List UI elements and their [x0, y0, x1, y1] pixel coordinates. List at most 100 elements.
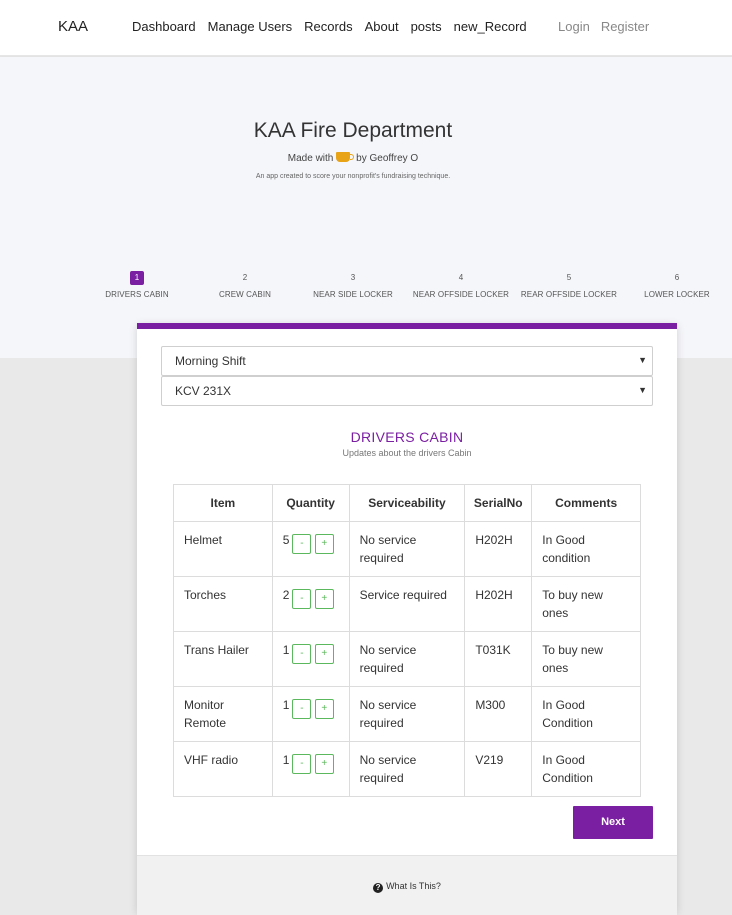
table-row: Torches 2- + Service required H202H To b… — [173, 576, 641, 632]
step-label: CREW CABIN — [218, 290, 272, 299]
section-subtitle: Updates about the drivers Cabin — [342, 448, 472, 458]
serial-cell: V219 — [464, 741, 533, 797]
step-crew-cabin[interactable]: 2 CREW CABIN — [185, 267, 305, 299]
step-number: 5 — [566, 273, 572, 282]
increment-button[interactable]: + — [314, 699, 334, 719]
serviceability-cell: No service required — [348, 631, 466, 687]
column-header: Quantity — [271, 484, 350, 522]
table-header-row: Item Quantity Serviceability SerialNo Co… — [173, 484, 641, 522]
step-label: NEAR OFFSIDE LOCKER — [412, 290, 510, 299]
help-label: What Is This? — [386, 881, 441, 891]
nav-login[interactable]: Login — [558, 19, 590, 34]
item-cell: Helmet — [173, 521, 273, 577]
step-drivers-cabin[interactable]: 1 DRIVERS CABIN — [77, 267, 197, 299]
coffee-icon — [336, 152, 355, 162]
chevron-down-icon: ▼ — [638, 385, 647, 395]
table-row: Trans Hailer 1- + No service required T0… — [173, 631, 641, 687]
shift-select[interactable]: Morning Shift ▼ — [161, 346, 653, 376]
comments-cell: To buy new ones — [531, 576, 641, 632]
serviceability-cell: Service required — [348, 576, 466, 632]
table-row: VHF radio 1- + No service required V219 … — [173, 741, 641, 797]
increment-button[interactable]: + — [314, 754, 334, 774]
increment-button[interactable]: + — [314, 534, 334, 554]
decrement-button[interactable]: - — [292, 644, 312, 664]
author-label: by Geoffrey O — [356, 153, 419, 164]
hero-section: KAA Fire Department Made with by Geoffre… — [0, 57, 732, 358]
increment-button[interactable]: + — [314, 644, 334, 664]
auth-links: Login Register — [558, 19, 660, 34]
step-rear-offside-locker[interactable]: 5 REAR OFFSIDE LOCKER — [509, 267, 629, 299]
quantity-value: 2 — [282, 588, 290, 602]
serviceability-cell: No service required — [348, 686, 466, 742]
nav-about[interactable]: About — [365, 19, 399, 34]
comments-cell: In Good Condition — [531, 741, 641, 797]
step-near-side-locker[interactable]: 3 NEAR SIDE LOCKER — [293, 267, 413, 299]
step-number: 4 — [458, 273, 464, 282]
equipment-table: Item Quantity Serviceability SerialNo Co… — [173, 484, 641, 797]
nav-links: Dashboard Manage Users Records About pos… — [132, 19, 539, 34]
top-navbar: KAA Dashboard Manage Users Records About… — [0, 0, 732, 56]
question-icon: ? — [373, 883, 384, 893]
quantity-value: 1 — [282, 643, 290, 657]
column-header: Item — [173, 484, 273, 522]
quantity-value: 1 — [282, 753, 290, 767]
made-with-label: Made with — [287, 153, 334, 164]
decrement-button[interactable]: - — [292, 589, 312, 609]
nav-posts[interactable]: posts — [411, 19, 442, 34]
serviceability-cell: No service required — [348, 741, 466, 797]
made-with-line: Made with by Geoffrey O — [0, 152, 706, 164]
item-cell: Trans Hailer — [173, 631, 273, 687]
quantity-cell: 5- + — [271, 521, 350, 577]
step-near-offside-locker[interactable]: 4 NEAR OFFSIDE LOCKER — [401, 267, 521, 299]
serial-cell: T031K — [464, 631, 533, 687]
nav-dashboard[interactable]: Dashboard — [132, 19, 196, 34]
item-cell: Torches — [173, 576, 273, 632]
serial-cell: H202H — [464, 576, 533, 632]
step-lower-locker[interactable]: 6 LOWER LOCKER — [617, 267, 732, 299]
step-label: REAR OFFSIDE LOCKER — [520, 290, 618, 299]
decrement-button[interactable]: - — [292, 699, 312, 719]
section-title: DRIVERS CABIN — [350, 429, 464, 445]
nav-register[interactable]: Register — [601, 19, 649, 34]
quantity-value: 5 — [282, 533, 290, 547]
vehicle-select[interactable]: KCV 231X ▼ — [161, 376, 653, 406]
step-number: 6 — [674, 273, 680, 282]
nav-records[interactable]: Records — [304, 19, 352, 34]
increment-button[interactable]: + — [314, 589, 334, 609]
column-header: SerialNo — [464, 484, 533, 522]
step-label: NEAR SIDE LOCKER — [313, 290, 393, 299]
column-header: Serviceability — [348, 484, 466, 522]
comments-cell: In Good Condition — [531, 686, 641, 742]
chevron-down-icon: ▼ — [638, 355, 647, 365]
quantity-cell: 1- + — [271, 631, 350, 687]
comments-cell: To buy new ones — [531, 631, 641, 687]
brand-logo[interactable]: KAA — [58, 18, 88, 35]
decrement-button[interactable]: - — [292, 534, 312, 554]
serial-cell: M300 — [464, 686, 533, 742]
card-footer: ? What Is This? — [137, 855, 677, 915]
table-row: Helmet 5- + No service required H202H In… — [173, 521, 641, 577]
decrement-button[interactable]: - — [292, 754, 312, 774]
quantity-cell: 1- + — [271, 686, 350, 742]
item-cell: VHF radio — [173, 741, 273, 797]
nav-new-record[interactable]: new_Record — [454, 19, 527, 34]
quantity-value: 1 — [282, 698, 290, 712]
form-card: Morning Shift ▼ KCV 231X ▼ DRIVERS CABIN… — [137, 323, 677, 915]
nav-manage-users[interactable]: Manage Users — [208, 19, 293, 34]
vehicle-select-value: KCV 231X — [175, 384, 232, 398]
quantity-cell: 1- + — [271, 741, 350, 797]
step-label: LOWER LOCKER — [644, 290, 710, 299]
serial-cell: H202H — [464, 521, 533, 577]
comments-cell: In Good condition — [531, 521, 641, 577]
column-header: Comments — [531, 484, 641, 522]
step-label: DRIVERS CABIN — [105, 290, 169, 299]
step-number: 1 — [130, 271, 144, 285]
table-row: Monitor Remote 1- + No service required … — [173, 686, 641, 742]
next-button[interactable]: Next — [573, 806, 653, 839]
tagline: An app created to score your nonprofit's… — [255, 173, 451, 180]
help-link[interactable]: ? What Is This? — [137, 881, 677, 893]
quantity-cell: 2- + — [271, 576, 350, 632]
shift-select-value: Morning Shift — [175, 354, 246, 368]
page-title: KAA Fire Department — [253, 119, 453, 142]
step-number: 3 — [350, 273, 356, 282]
